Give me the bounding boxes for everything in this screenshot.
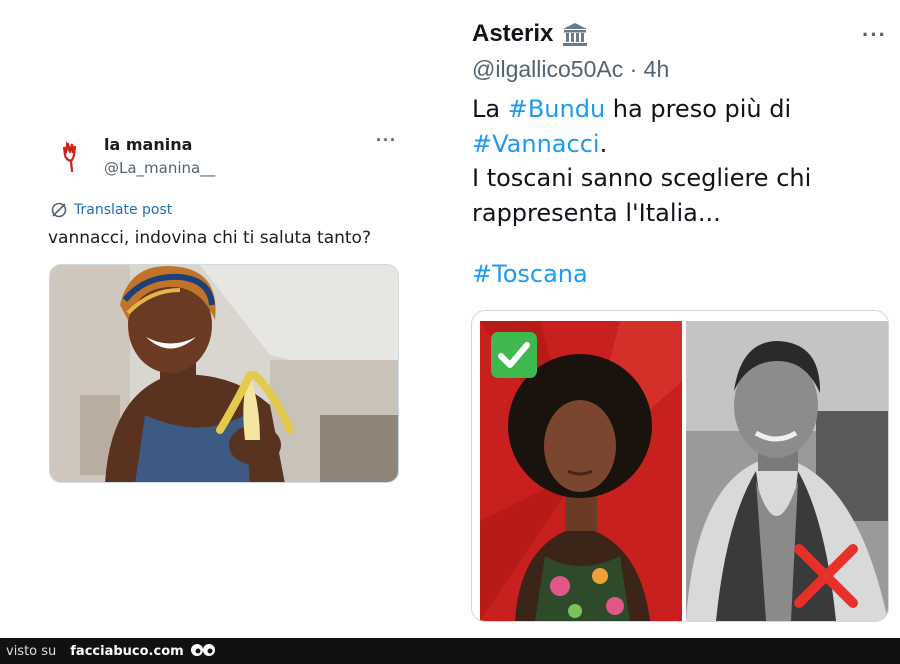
check-mark-icon: [491, 332, 537, 378]
eyes-logo-icon: [190, 644, 215, 656]
body-line-2: #Vannacci.: [472, 127, 811, 162]
woman-banana-photo: [50, 265, 398, 482]
woman-red-background-photo[interactable]: [480, 321, 682, 621]
right-handle[interactable]: @ilgallico50Ac: [472, 56, 623, 82]
left-more-options-button[interactable]: ···: [376, 130, 397, 151]
right-tweet-media[interactable]: [471, 310, 889, 622]
left-tweet-photo[interactable]: [49, 264, 399, 483]
body-line-3: I toscani sanno scegliere chi: [472, 164, 812, 192]
body-line-4: rappresenta l'Italia...: [472, 198, 721, 227]
translate-icon: [51, 202, 67, 218]
cross-mark-icon: [794, 544, 858, 608]
body-text: .: [599, 129, 608, 158]
hashtag-vannacci-link[interactable]: #Vannacci: [472, 130, 600, 158]
right-display-name-row[interactable]: Asterix: [472, 20, 589, 48]
right-tweet-text: La #Bundu ha preso più di #Vannacci. I t…: [472, 92, 811, 230]
left-handle[interactable]: @La_manina__: [104, 159, 215, 177]
right-meta-row: @ilgallico50Ac · 4h: [472, 56, 669, 83]
hand-avatar-icon[interactable]: [58, 140, 86, 172]
translate-post-link[interactable]: Translate post: [50, 201, 172, 219]
left-display-name[interactable]: la manina: [104, 135, 192, 154]
government-building-icon: [563, 23, 588, 46]
post-time[interactable]: 4h: [644, 56, 670, 82]
right-display-name[interactable]: Asterix: [472, 20, 553, 48]
left-tweet-text: vannacci, indovina chi ti saluta tanto?: [48, 228, 371, 248]
translate-post-label: Translate post: [74, 202, 173, 218]
footer-label: visto su: [6, 643, 57, 659]
man-grayscale-photo[interactable]: [686, 321, 888, 621]
hashtag-bundu-link[interactable]: #Bundu: [508, 95, 605, 123]
right-tweet-card: Asterix ··· @ilgallico50Ac · 4h La #Bund…: [462, 8, 892, 622]
right-more-options-button[interactable]: ···: [862, 22, 887, 48]
left-tweet-card: la manina @La_manina__ ··· Translate pos…: [46, 128, 402, 488]
body-text: La: [472, 95, 508, 123]
body-text: ha preso più di: [605, 95, 792, 123]
footer-site-link[interactable]: facciabuco.com: [70, 644, 183, 659]
hashtag-toscana-link[interactable]: #Toscana: [472, 260, 588, 288]
body-line-1: La #Bundu ha preso più di: [472, 92, 811, 127]
meta-separator: ·: [629, 56, 638, 82]
watermark-footer: visto su facciabuco.com: [0, 638, 900, 664]
